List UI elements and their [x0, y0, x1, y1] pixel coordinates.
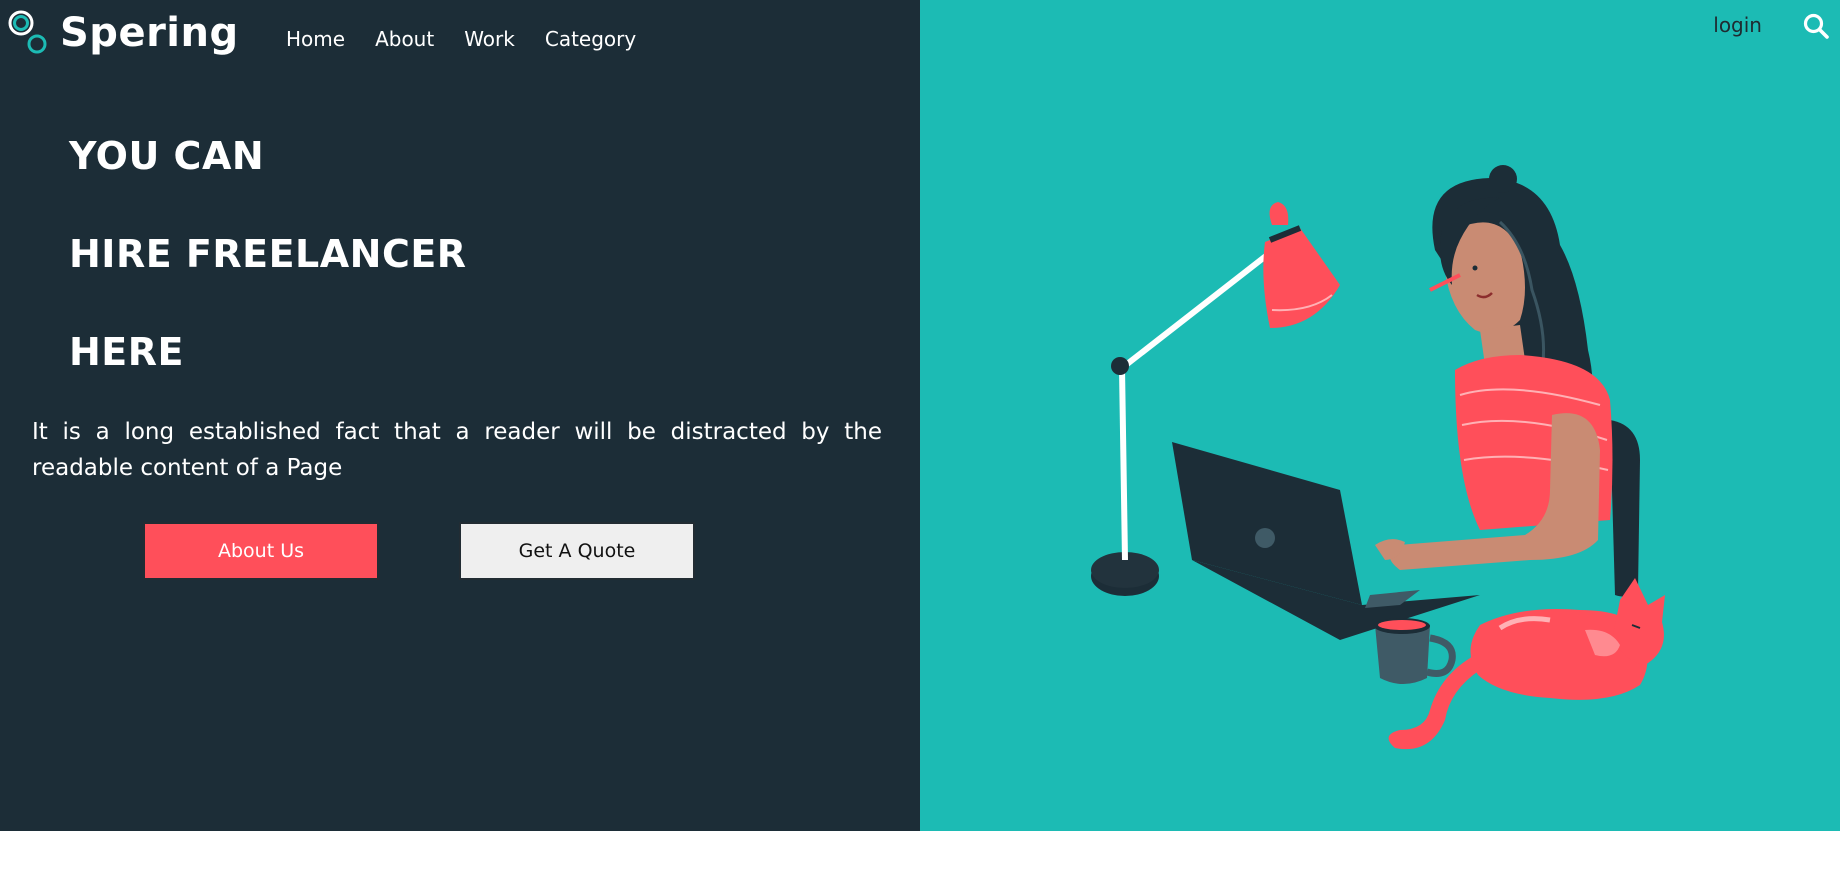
main-nav: Home About Work Category	[286, 24, 636, 54]
nav-item-about[interactable]: About	[375, 24, 434, 54]
nav-item-work[interactable]: Work	[464, 24, 515, 54]
hero-heading-line-1: YOU CAN	[69, 134, 265, 178]
hero-description: It is a long established fact that a rea…	[32, 419, 882, 481]
landing-page: Spering Home About Work Category YOU CAN…	[0, 0, 1840, 878]
hero-heading-line-2: HIRE FREELANCER	[69, 232, 467, 276]
brand-name: Spering	[60, 10, 239, 56]
woman-working-laptop-illustration	[1091, 165, 1665, 750]
nav-item-home[interactable]: Home	[286, 24, 345, 54]
search-icon[interactable]	[1802, 12, 1830, 40]
login-link[interactable]: login	[1713, 12, 1762, 38]
brand-logo[interactable]: Spering	[8, 8, 239, 58]
nav-item-category[interactable]: Category	[545, 24, 636, 54]
get-a-quote-button[interactable]: Get A Quote	[459, 522, 695, 580]
logo-circles-icon	[8, 10, 47, 54]
hero-left-panel: Spering Home About Work Category YOU CAN…	[0, 0, 920, 831]
about-us-button[interactable]: About Us	[143, 522, 379, 580]
hero-heading-line-3: HERE	[69, 330, 184, 374]
